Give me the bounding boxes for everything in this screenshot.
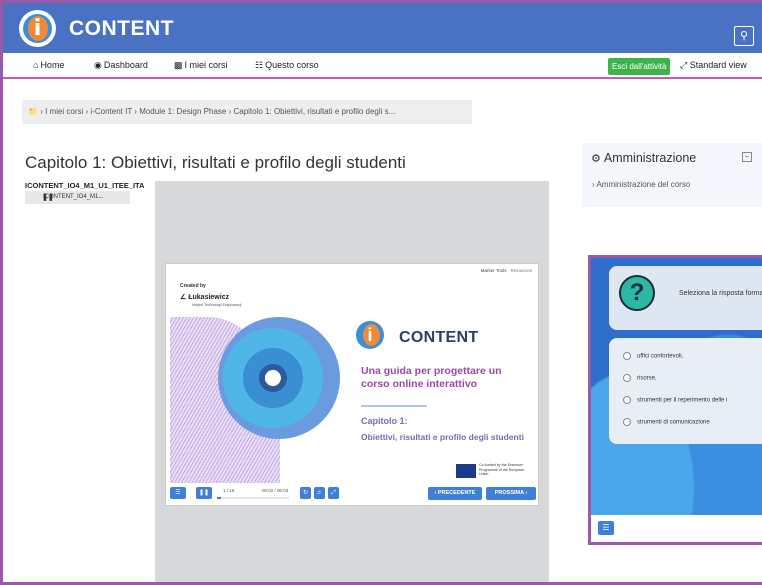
top-header: i CONTENT ⚲ xyxy=(3,3,762,53)
nav-my-courses[interactable]: ▩ I miei corsi xyxy=(174,60,228,71)
page-title: Capitolo 1: Obiettivi, risultati e profi… xyxy=(25,153,406,172)
slide-top-links: Marker Tools Resources xyxy=(481,268,532,273)
content-logo-text: CONTENT xyxy=(399,329,479,346)
file-chip[interactable]: ❚❚ ICONTENT_IO4_M1... xyxy=(25,191,130,204)
slide-title: Una guida per progettare un corso online… xyxy=(361,365,502,390)
radio-icon[interactable] xyxy=(623,352,631,360)
slide-chapter: Capitolo 1: xyxy=(361,416,408,426)
player-controls: ☰ ❚❚ 1 / 19 00:02 / 00:03 ↻ ♬ ⤢ ‹ PRECED… xyxy=(170,487,536,501)
breadcrumb-item[interactable]: i-Content IT xyxy=(90,107,132,116)
slide-viewer: Marker Tools Resources Created by ∠ Łukas… xyxy=(165,263,539,506)
quiz-option[interactable]: strumenti di comunicazione xyxy=(623,418,710,426)
menu-icon[interactable]: ☰ xyxy=(598,521,614,535)
folder-icon: 📁 xyxy=(28,107,38,116)
eu-funding-text: Co-funded by the Erasmus+ Programme of t… xyxy=(479,463,525,476)
marker-tools-link[interactable]: Marker Tools xyxy=(481,268,507,273)
slide-content: Created by ∠ Łukasiewicz Instytut Techno… xyxy=(170,277,534,483)
standard-view-link[interactable]: ⤢ Standard view xyxy=(680,60,747,71)
dashboard-icon: ◉ xyxy=(94,60,102,70)
collapse-icon[interactable]: − xyxy=(742,152,752,162)
slide-counter: 1 / 19 xyxy=(223,488,235,493)
radio-icon[interactable] xyxy=(623,396,631,404)
expand-icon: ⤢ xyxy=(680,60,688,70)
quiz-preview: ? Seleziona la risposta formazione profe… xyxy=(588,255,762,545)
lukasiewicz-logo-icon: ∠ xyxy=(180,294,187,301)
quiz-option[interactable]: risorse, xyxy=(623,374,657,382)
briefcase-icon: ▩ xyxy=(174,60,183,70)
nav-dashboard[interactable]: ◉ Dashboard xyxy=(94,60,148,71)
divider xyxy=(361,405,427,407)
resource-code: ICONTENT_IO4_M1_U1_ITEE_ITA xyxy=(25,181,145,190)
quiz-footer: ☰ xyxy=(591,515,762,542)
gear-icon: ⚙ xyxy=(591,153,601,165)
administration-block: ⚙ Amministrazione − › Amministrazione del… xyxy=(582,143,762,207)
logo-glyph: i xyxy=(33,16,42,41)
breadcrumb-item[interactable]: Capitolo 1: Obiettivi, risultati e profi… xyxy=(233,107,395,116)
content-logo-icon: i xyxy=(356,321,384,349)
volume-icon[interactable]: ♬ xyxy=(314,487,325,499)
previous-button[interactable]: ‹ PRECEDENTE xyxy=(428,487,482,500)
eu-flag-icon xyxy=(456,464,476,478)
navbar: ⌂ Home ◉ Dashboard ▩ I miei corsi ☷ Questo c… xyxy=(3,53,762,79)
fullscreen-icon[interactable]: ⤢ xyxy=(328,487,339,499)
question-text: Seleziona la risposta formazione profess… xyxy=(679,290,762,297)
options-card: uffici confortevoli, risorse, strumenti … xyxy=(609,338,762,444)
admin-title: ⚙ Amministrazione xyxy=(591,151,697,165)
quiz-option[interactable]: strumenti per il reperimento delle i xyxy=(623,396,727,404)
sitemap-icon: ☷ xyxy=(255,60,264,70)
replay-icon[interactable]: ↻ xyxy=(300,487,311,499)
next-button[interactable]: PROSSIMA › xyxy=(486,487,536,500)
pause-icon: ❚❚ xyxy=(42,194,54,201)
question-mark-icon: ? xyxy=(619,275,655,311)
site-logo-icon[interactable]: i xyxy=(19,10,56,47)
slide-subtitle: Obiettivi, risultati e profilo degli stu… xyxy=(361,432,524,442)
nav-home[interactable]: ⌂ Home xyxy=(33,60,64,70)
exit-activity-button[interactable]: Esci dall'attività xyxy=(608,58,671,75)
radio-icon[interactable] xyxy=(623,374,631,382)
site-logo-text[interactable]: CONTENT xyxy=(69,17,174,41)
menu-icon[interactable]: ☰ xyxy=(170,487,186,499)
question-card: ? Seleziona la risposta formazione profe… xyxy=(609,266,762,330)
progress-bar[interactable] xyxy=(217,497,289,499)
quiz-option[interactable]: uffici confortevoli, xyxy=(623,352,683,360)
org-subtitle: Instytut Technologii Eksploatacji xyxy=(192,303,242,307)
slide-artwork: Created by ∠ Łukasiewicz Instytut Techno… xyxy=(170,277,340,483)
breadcrumb: 📁 › I miei corsi › i-Content IT › Module… xyxy=(22,100,472,124)
resources-link[interactable]: Resources xyxy=(510,268,532,273)
breadcrumb-item[interactable]: I miei corsi xyxy=(45,107,83,116)
radio-icon[interactable] xyxy=(623,418,631,426)
course-admin-link[interactable]: › Amministrazione del corso xyxy=(592,180,690,189)
time-display: 00:02 / 00:03 xyxy=(262,488,289,493)
org-name: ∠ Łukasiewicz xyxy=(180,294,230,301)
nav-this-course[interactable]: ☷ Questo corso xyxy=(255,60,319,71)
search-icon[interactable]: ⚲ xyxy=(734,26,754,46)
pause-button[interactable]: ❚❚ xyxy=(196,487,212,499)
home-icon: ⌂ xyxy=(33,60,39,70)
created-by-label: Created by xyxy=(180,283,206,289)
breadcrumb-item[interactable]: Module 1: Design Phase xyxy=(139,107,226,116)
